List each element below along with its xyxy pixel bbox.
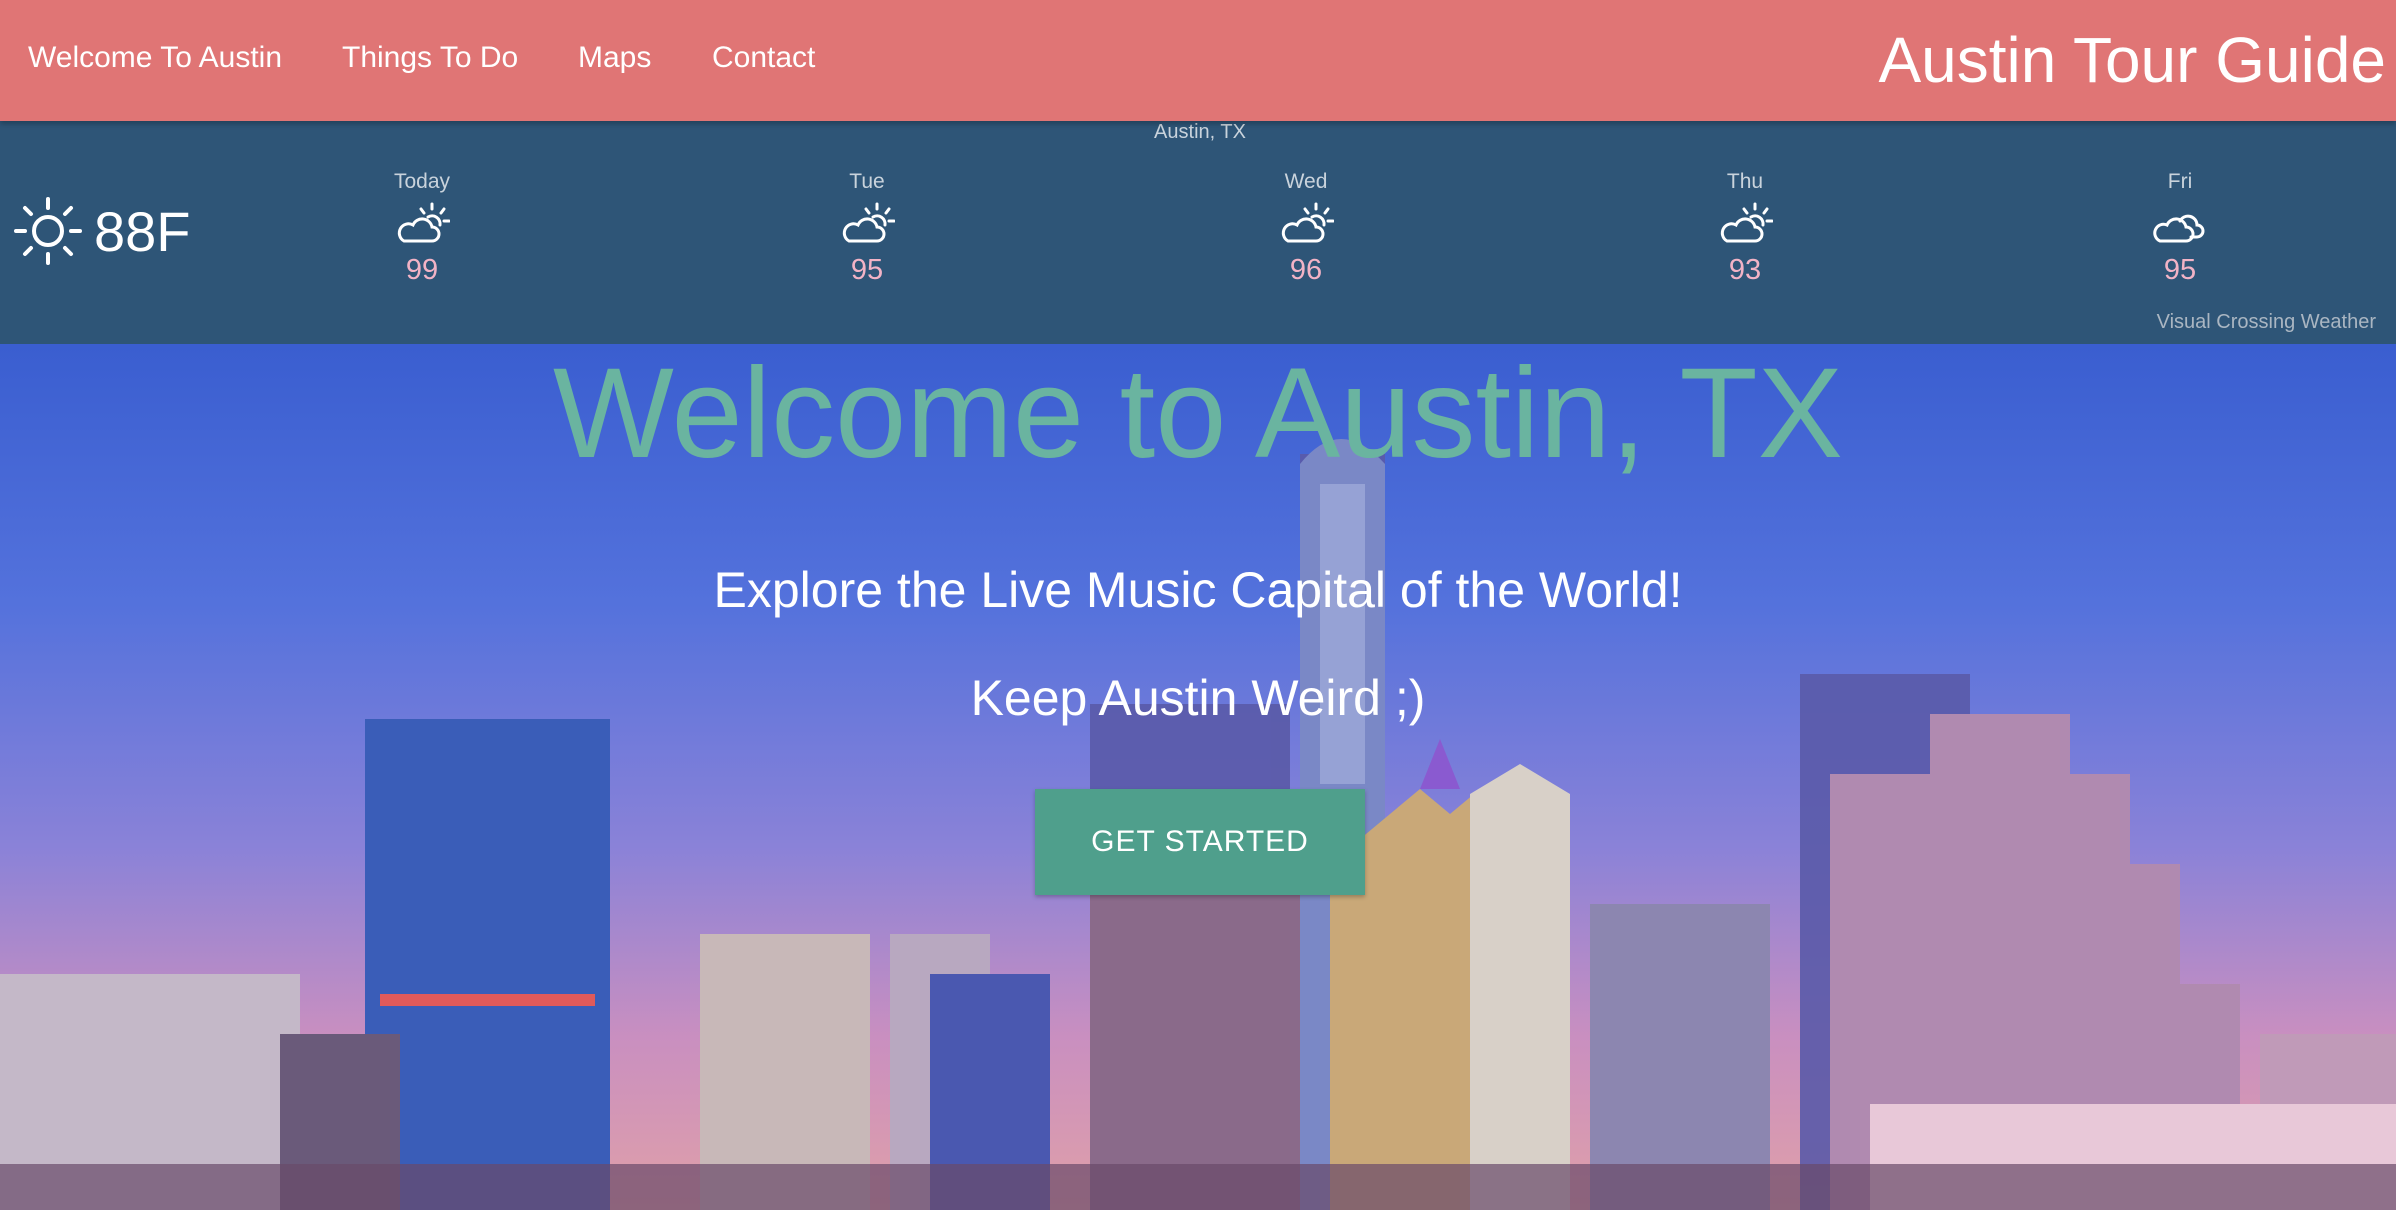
weather-location: Austin, TX	[1154, 121, 1246, 143]
forecast-day-temp: 93	[1728, 254, 1762, 286]
get-started-button[interactable]: GET STARTED	[1035, 789, 1365, 895]
nav-link-maps[interactable]: Maps	[578, 38, 651, 78]
weather-credit-link[interactable]: Visual Crossing Weather	[2157, 311, 2376, 333]
forecast-day-temp: 95	[2163, 254, 2197, 286]
top-navbar: Welcome To Austin Things To Do Maps Cont…	[0, 0, 2396, 121]
forecast-day-temp: 96	[1289, 254, 1323, 286]
hero-subtitle: Explore the Live Music Capital of the Wo…	[713, 562, 1683, 618]
nav-link-contact[interactable]: Contact	[712, 38, 815, 78]
forecast-day-name: Today	[393, 170, 451, 193]
hero-section: Welcome to Austin, TX Explore the Live M…	[0, 344, 2396, 1210]
forecast-day-temp: 99	[405, 254, 439, 286]
forecast-day-name: Thu	[1726, 170, 1764, 193]
cloudy-icon	[2153, 214, 2205, 243]
forecast-day: Wed 96	[1236, 169, 1376, 287]
forecast-day-name: Tue	[849, 170, 885, 193]
forecast-day: Thu 93	[1675, 169, 1815, 287]
site-brand-title[interactable]: Austin Tour Guide	[1878, 22, 2386, 98]
forecast-day-temp: 95	[850, 254, 884, 286]
partly-cloudy-icon	[842, 202, 895, 243]
hero-title: Welcome to Austin, TX	[552, 344, 1844, 485]
nav-link-welcome[interactable]: Welcome To Austin	[28, 38, 282, 78]
partly-cloudy-icon	[1281, 202, 1334, 243]
forecast-day-name: Wed	[1284, 170, 1328, 193]
forecast-day: Today 99	[352, 169, 492, 287]
partly-cloudy-icon	[1720, 202, 1773, 243]
forecast-day: Tue 95	[797, 169, 937, 287]
nav-link-things-to-do[interactable]: Things To Do	[342, 38, 518, 78]
hero-tagline: Keep Austin Weird ;)	[970, 670, 1426, 726]
current-temperature: 88F	[94, 200, 191, 263]
forecast-day-name: Fri	[2167, 170, 2193, 193]
forecast-day: Fri 95	[2110, 169, 2250, 287]
weather-widget: Austin, TX 88F Today 99 Tue 95 Wed 96 Th…	[0, 121, 2396, 344]
sun-icon	[14, 197, 82, 265]
partly-cloudy-icon	[397, 202, 450, 243]
